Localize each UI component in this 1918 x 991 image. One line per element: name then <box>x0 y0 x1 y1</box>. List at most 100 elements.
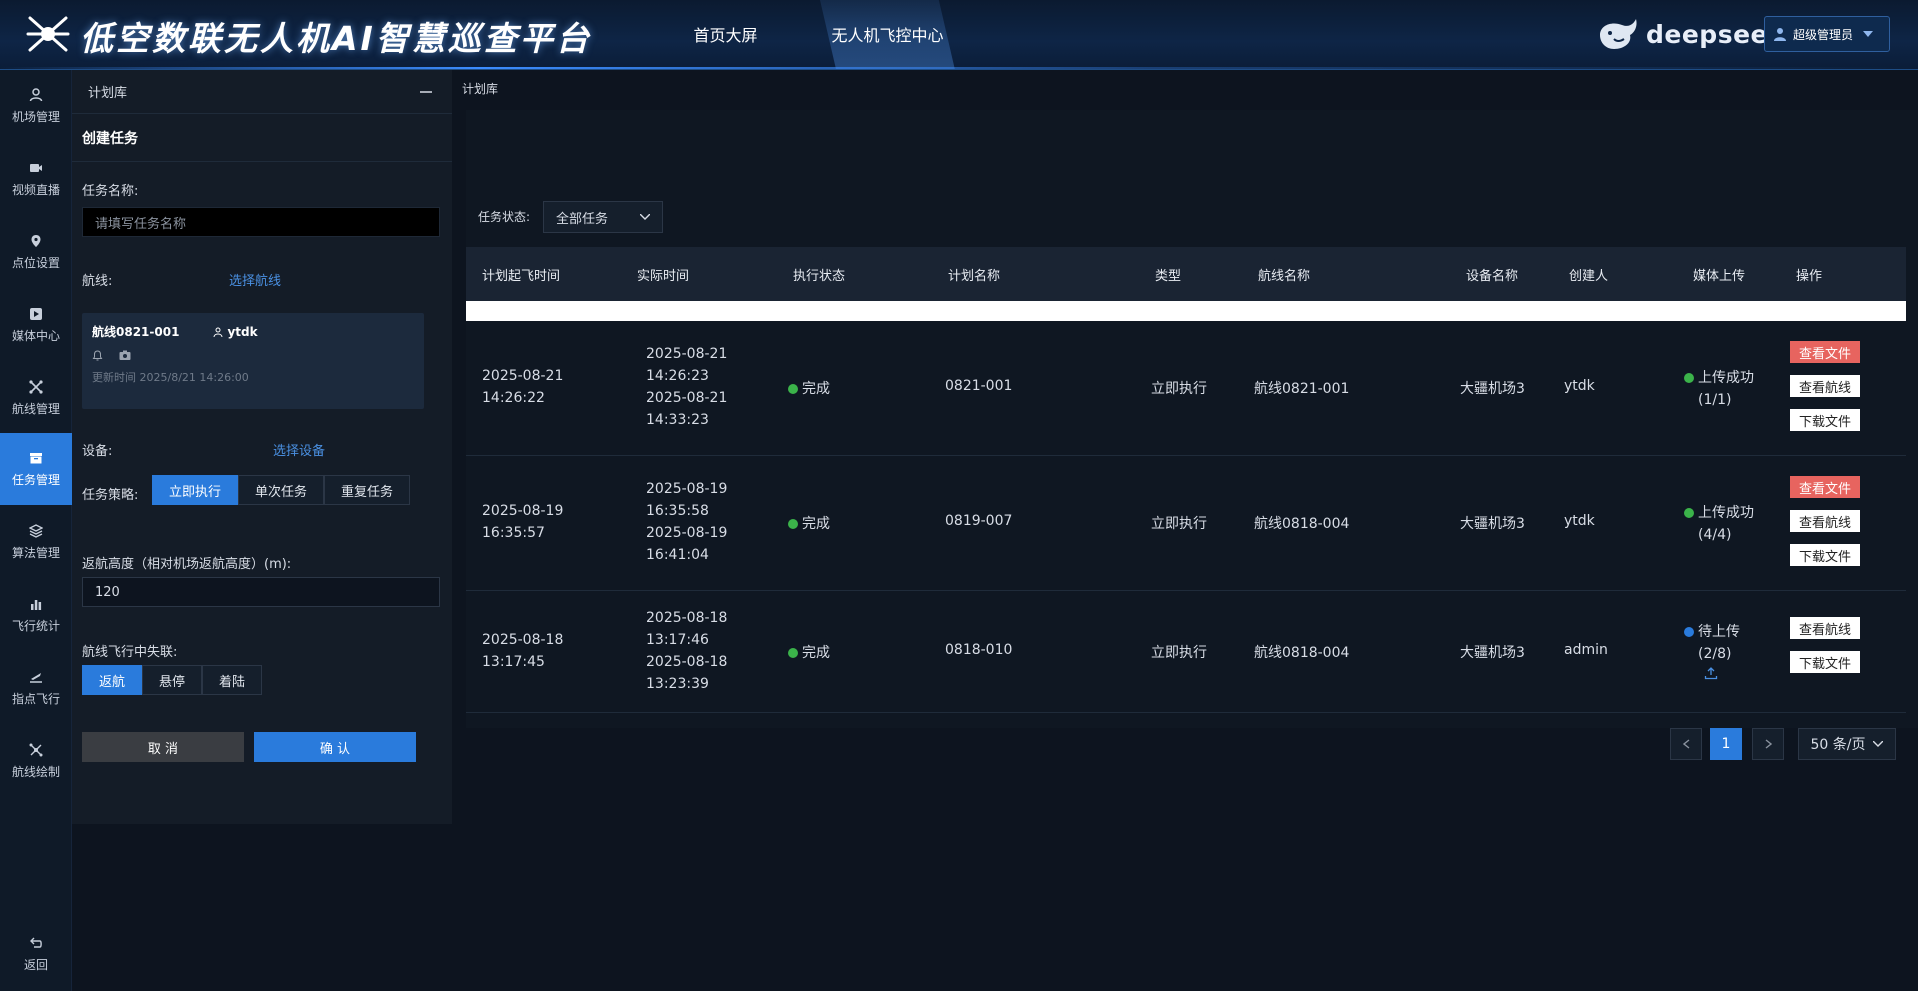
upload-text: 待上传 <box>1698 624 1740 640</box>
rail-item-algorithms[interactable]: 算法管理 <box>0 506 72 578</box>
cell-creator: ytdk <box>1564 513 1595 529</box>
route-card-updated: 更新时间 2025/8/21 14:26:00 <box>92 371 249 384</box>
view-route-button[interactable]: 查看航线 <box>1790 510 1860 532</box>
user-icon <box>1774 28 1786 41</box>
rail-item-points[interactable]: 点位设置 <box>0 216 72 288</box>
cell-creator: admin <box>1564 642 1608 658</box>
cell-actual-time: 2025-08-18 13:17:46 2025-08-18 13:23:39 <box>646 607 727 695</box>
cancel-button[interactable]: 取 消 <box>82 732 244 762</box>
route-card-owner: ytdk <box>227 324 258 339</box>
draw-icon <box>29 743 43 756</box>
page-1-button[interactable]: 1 <box>1710 728 1742 760</box>
rail-item-route-draw[interactable]: 航线绘制 <box>0 725 72 797</box>
lost-hover[interactable]: 悬停 <box>142 665 202 695</box>
upload-icon[interactable] <box>1704 666 1718 680</box>
whale-icon <box>1600 19 1637 49</box>
cell-status: 完成 <box>788 642 830 662</box>
rail-item-tasks[interactable]: 任务管理 <box>0 433 72 505</box>
view-route-button[interactable]: 查看航线 <box>1790 617 1860 639</box>
select-route-link[interactable]: 选择航线 <box>229 270 281 289</box>
download-files-button[interactable]: 下载文件 <box>1790 409 1860 431</box>
actual-end-date: 2025-08-18 <box>646 654 728 670</box>
nav-flight-control[interactable]: 无人机飞控中心 <box>820 0 955 69</box>
upload-count: (1/1) <box>1698 392 1732 408</box>
route-label: 航线: <box>82 274 113 289</box>
lost-land[interactable]: 着陆 <box>202 665 262 695</box>
rail-item-video[interactable]: 视频直播 <box>0 143 72 215</box>
rail-item-label: 点位设置 <box>11 255 60 270</box>
task-icon <box>30 452 42 463</box>
rail-item-media[interactable]: 媒体中心 <box>0 289 72 361</box>
status-filter-label: 任务状态: <box>478 210 531 224</box>
col-creator: 创建人 <box>1569 268 1609 284</box>
actual-start-time: 16:35:58 <box>646 503 709 519</box>
cell-type: 立即执行 <box>1151 381 1207 397</box>
actual-start-time: 13:17:46 <box>646 632 709 648</box>
lost-return[interactable]: 返航 <box>82 665 142 695</box>
collapse-icon[interactable] <box>420 86 432 98</box>
select-device-link[interactable]: 选择设备 <box>273 440 325 459</box>
create-task-title: 创建任务 <box>72 114 452 162</box>
upload-text: 上传成功 <box>1698 370 1754 386</box>
status-text: 完成 <box>802 645 830 661</box>
user-menu-button[interactable]: 超级管理员 <box>1764 16 1890 52</box>
chart-icon <box>31 599 42 610</box>
plan-time: 13:17:45 <box>482 654 545 670</box>
view-files-button[interactable]: 查看文件 <box>1790 341 1860 363</box>
col-plan-name: 计划名称 <box>948 268 1001 284</box>
person-icon <box>213 327 223 337</box>
status-filter-select[interactable]: 全部任务 <box>543 201 663 233</box>
page-size-select[interactable]: 50 条/页 <box>1798 728 1896 760</box>
rail-item-routes[interactable]: 航线管理 <box>0 362 72 434</box>
flight-icon <box>30 672 42 683</box>
actual-start-time: 14:26:23 <box>646 368 709 384</box>
rail-item-point-flight[interactable]: 指点飞行 <box>0 652 72 724</box>
prev-page-button[interactable] <box>1670 728 1702 760</box>
camera-icon <box>119 350 131 360</box>
status-text: 完成 <box>802 381 830 397</box>
return-height-label: 返航高度（相对机场返航高度）(m): <box>82 557 292 572</box>
table-header: 计划起飞时间 实际时间 执行状态 计划名称 类型 航线名称 设备名称 创建人 媒… <box>466 247 1906 301</box>
user-name: 超级管理员 <box>1793 27 1854 42</box>
route-card[interactable]: 航线0821-001 ytdk 更新时间 2025/8/21 14:26:00 <box>82 313 424 409</box>
task-name-input[interactable]: 请填写任务名称 <box>82 207 440 237</box>
route-card-name: 航线0821-001 <box>92 325 180 339</box>
strategy-single[interactable]: 单次任务 <box>238 475 324 505</box>
rail-item-label: 指点飞行 <box>11 691 60 706</box>
left-rail: 机场管理 视频直播 点位设置 媒体中心 航线管理 任务管理 算法管理 飞行统计 … <box>0 70 72 991</box>
main-area: 计划库 任务状态: 全部任务 计划起飞时间 实际时间 执行状态 计划名称 类型 … <box>452 70 1918 991</box>
strategy-repeat[interactable]: 重复任务 <box>324 475 410 505</box>
device-label: 设备: <box>82 444 113 459</box>
plan-date: 2025-08-18 <box>482 632 564 648</box>
layers-icon <box>29 523 43 538</box>
actual-end-time: 14:33:23 <box>646 412 709 428</box>
drone-logo-icon <box>26 16 70 52</box>
col-status: 执行状态 <box>793 268 846 284</box>
task-name-placeholder: 请填写任务名称 <box>95 216 187 232</box>
cell-route-name: 航线0818-004 <box>1254 516 1350 532</box>
view-files-button[interactable]: 查看文件 <box>1790 476 1860 498</box>
plan-panel: 计划库 创建任务 任务名称: 请填写任务名称 航线: 选择航线 航线0821-0… <box>72 70 452 824</box>
actual-end-date: 2025-08-21 <box>646 390 728 406</box>
upload-dot <box>1684 373 1694 383</box>
confirm-button[interactable]: 确 认 <box>254 732 416 762</box>
rail-item-statistics[interactable]: 飞行统计 <box>0 579 72 651</box>
rail-item-airport[interactable]: 机场管理 <box>0 70 72 142</box>
strategy-group: 立即执行 单次任务 重复任务 <box>152 475 410 505</box>
cell-device: 大疆机场3 <box>1460 516 1525 532</box>
nav-home-screen[interactable]: 首页大屏 <box>668 0 783 69</box>
col-route-name: 航线名称 <box>1258 268 1311 284</box>
status-dot <box>788 384 798 394</box>
view-route-button[interactable]: 查看航线 <box>1790 375 1860 397</box>
rail-item-label: 任务管理 <box>11 472 60 487</box>
chevron-right-icon <box>1765 739 1772 749</box>
actual-start-date: 2025-08-19 <box>646 481 728 497</box>
panel-title: 计划库 <box>88 86 128 101</box>
app-header: 低空数联无人机AI智慧巡查平台 首页大屏 无人机飞控中心 deepseek 超级… <box>0 0 1918 70</box>
download-files-button[interactable]: 下载文件 <box>1790 544 1860 566</box>
back-button[interactable]: 返回 <box>0 918 72 990</box>
download-files-button[interactable]: 下载文件 <box>1790 651 1860 673</box>
next-page-button[interactable] <box>1752 728 1784 760</box>
strategy-immediate[interactable]: 立即执行 <box>152 475 238 505</box>
return-height-input[interactable]: 120 <box>82 577 440 607</box>
